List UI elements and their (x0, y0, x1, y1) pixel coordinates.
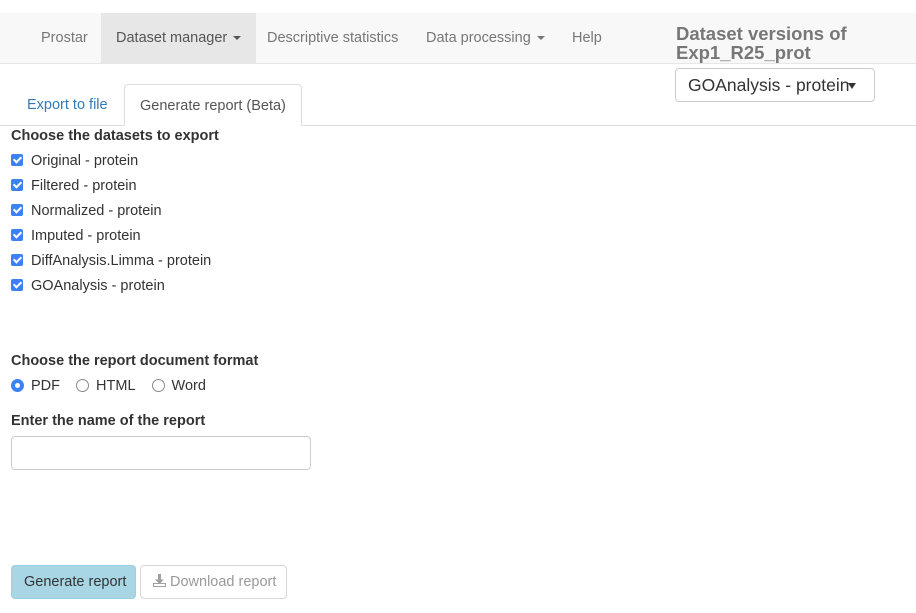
dataset-checkbox-label: DiffAnalysis.Limma - protein (31, 253, 212, 269)
checkbox-checked-icon[interactable] (11, 229, 23, 241)
dataset-checkbox-label: Filtered - protein (31, 178, 137, 194)
report-name-input[interactable] (11, 436, 311, 470)
format-radio-group: PDF HTML Word (11, 377, 218, 395)
dropdown-arrow-icon (848, 83, 856, 89)
checkbox-checked-icon[interactable] (11, 279, 23, 291)
chevron-down-icon (233, 36, 242, 41)
dataset-checkbox-label: GOAnalysis - protein (31, 278, 165, 294)
format-option-label: HTML (96, 378, 136, 394)
radio-unselected-icon[interactable] (151, 379, 165, 392)
dataset-checkbox-diffanalysis[interactable]: DiffAnalysis.Limma - protein (11, 252, 211, 270)
format-option-word[interactable]: Word (151, 377, 206, 395)
format-option-html[interactable]: HTML (76, 377, 136, 395)
nav-help-label: Help (572, 30, 602, 46)
nav-brand-label: Prostar (41, 30, 88, 46)
nav-descriptive-statistics-label: Descriptive statistics (267, 30, 399, 46)
radio-unselected-icon[interactable] (76, 379, 90, 392)
generate-report-button[interactable]: Generate report (11, 565, 136, 599)
checkbox-checked-icon[interactable] (11, 204, 23, 216)
dataset-version-selected-value: GOAnalysis - protein (688, 75, 850, 95)
tab-generate-report[interactable]: Generate report (Beta) (124, 84, 302, 126)
nav-descriptive-statistics[interactable]: Descriptive statistics (252, 13, 413, 63)
chevron-down-icon (536, 36, 545, 41)
format-option-label: Word (171, 378, 206, 394)
dataset-checkbox-imputed[interactable]: Imputed - protein (11, 227, 141, 245)
nav-data-processing-label: Data processing (426, 30, 531, 46)
download-report-button[interactable]: Download report (140, 565, 287, 599)
tab-export-to-file[interactable]: Export to file (12, 84, 123, 126)
nav-help[interactable]: Help (557, 13, 617, 63)
dataset-checkbox-normalized[interactable]: Normalized - protein (11, 202, 162, 220)
format-option-pdf[interactable]: PDF (11, 377, 60, 395)
nav-data-processing[interactable]: Data processing (411, 13, 560, 63)
dataset-checkbox-label: Normalized - protein (31, 203, 162, 219)
format-label: Choose the report document format (11, 353, 259, 369)
radio-selected-icon[interactable] (11, 379, 24, 392)
dataset-checkbox-label: Original - protein (31, 153, 139, 169)
format-option-label: PDF (31, 378, 60, 394)
dataset-checkbox-goanalysis[interactable]: GOAnalysis - protein (11, 277, 165, 295)
dataset-checkbox-filtered[interactable]: Filtered - protein (11, 177, 137, 195)
dataset-versions-title: Dataset versions of Exp1_R25_prot (676, 23, 847, 63)
generate-report-button-label: Generate report (24, 574, 127, 590)
dataset-checkbox-original[interactable]: Original - protein (11, 152, 138, 170)
tab-export-to-file-label: Export to file (27, 97, 108, 113)
nav-dataset-manager-label: Dataset manager (116, 30, 228, 46)
checkbox-checked-icon[interactable] (11, 179, 23, 191)
nav-dataset-manager[interactable]: Dataset manager (101, 13, 257, 63)
tab-generate-report-label: Generate report (Beta) (140, 98, 286, 114)
dataset-version-select[interactable]: GOAnalysis - protein (675, 68, 875, 102)
download-report-button-label: Download report (170, 574, 277, 590)
datasets-label: Choose the datasets to export (11, 128, 219, 144)
checkbox-checked-icon[interactable] (11, 254, 23, 266)
nav-brand-prostar[interactable]: Prostar (26, 13, 103, 63)
report-name-label: Enter the name of the report (11, 413, 206, 429)
dataset-checkbox-label: Imputed - protein (31, 228, 141, 244)
checkbox-checked-icon[interactable] (11, 154, 23, 166)
download-icon (153, 574, 166, 587)
